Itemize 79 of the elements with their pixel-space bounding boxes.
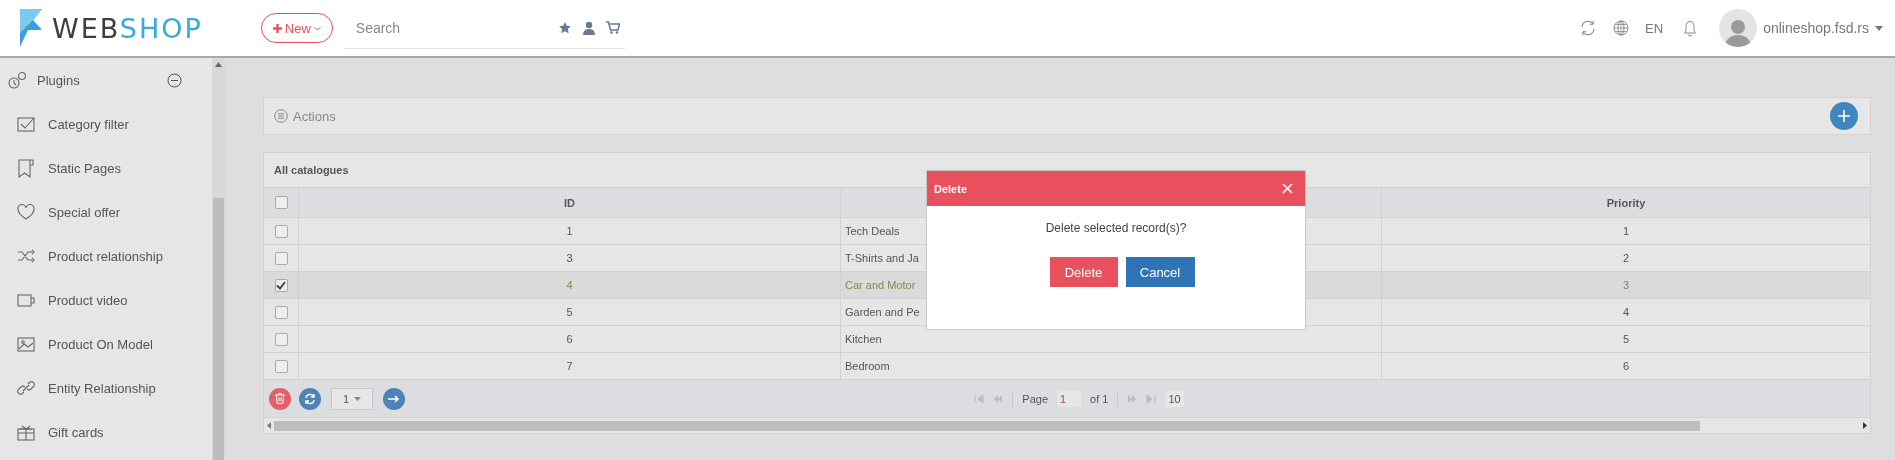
page-input[interactable]: 1 [1057, 390, 1082, 407]
logo-icon[interactable] [20, 9, 42, 47]
go-button[interactable] [383, 387, 405, 410]
sidebar-item[interactable]: Entity Relationship [0, 366, 212, 410]
row-checkbox[interactable] [274, 278, 288, 292]
row-checkbox[interactable] [274, 224, 288, 238]
table-cell: 6 [299, 326, 841, 352]
caret-icon[interactable] [1875, 25, 1883, 31]
refresh-button[interactable] [299, 387, 321, 410]
image-icon [17, 334, 35, 354]
scrollbar-thumb[interactable] [274, 420, 1700, 431]
sidebar-item[interactable]: Category filter [0, 102, 212, 146]
table-cell: 5 [299, 299, 841, 325]
table-cell-text: 5 [1621, 332, 1631, 347]
column-header[interactable]: ID [299, 188, 841, 217]
new-button[interactable]: New [260, 13, 333, 43]
row-checkbox[interactable] [274, 332, 288, 346]
sidebar-item[interactable]: Product On Model [0, 322, 212, 366]
select-all-checkbox[interactable] [274, 196, 288, 209]
caret-icon [354, 396, 362, 401]
gears-icon [8, 71, 28, 89]
table-cell: 3 [299, 245, 841, 271]
row-checkbox[interactable] [274, 305, 288, 319]
refresh-icon[interactable] [1579, 19, 1598, 37]
close-icon[interactable] [1282, 183, 1293, 194]
bookmark-icon [17, 158, 35, 178]
scroll-right-icon[interactable] [1863, 422, 1867, 429]
logo-text[interactable]: WEBSHOP [52, 12, 203, 44]
arrow-right-icon [388, 394, 400, 403]
table-cell-text: 6 [1621, 359, 1631, 374]
user-icon[interactable] [582, 20, 595, 35]
table-cell-text: 4 [1621, 305, 1631, 320]
cancel-button[interactable]: Cancel [1125, 257, 1195, 287]
avatar[interactable] [1719, 9, 1758, 47]
sidebar-item[interactable]: Product relationship [0, 234, 212, 278]
actions-title: Actions [293, 108, 336, 124]
scrollbar-thumb[interactable] [213, 198, 224, 460]
page-total: of 1 [1090, 392, 1109, 405]
checkbox-icon [17, 114, 35, 134]
collapse-icon[interactable] [167, 72, 182, 88]
refresh-icon [304, 392, 316, 405]
table-cell: 7 [299, 353, 841, 379]
user-menu[interactable]: onlineshop.fsd.rs [1763, 20, 1869, 36]
sidebar-item[interactable]: Product video [0, 278, 212, 322]
bell-icon[interactable] [1683, 19, 1698, 37]
table-cell: Bedroom [841, 353, 1382, 379]
search-field[interactable]: Search [343, 19, 558, 36]
scroll-left-icon[interactable] [267, 422, 271, 429]
sidebar-item[interactable]: Static Pages [0, 146, 212, 190]
page-size-count: 10 [1165, 390, 1184, 407]
plus-icon [272, 23, 282, 33]
language-selector[interactable]: EN [1645, 20, 1664, 36]
table-cell-text: 2 [1621, 251, 1631, 266]
row-checkbox[interactable] [274, 359, 288, 373]
add-button[interactable] [1830, 102, 1858, 130]
sidebar-item[interactable]: Gift cards [0, 410, 212, 454]
plus-icon [1838, 110, 1850, 122]
page-label: Page [1022, 392, 1049, 405]
link-icon [17, 378, 35, 398]
trash-icon [275, 393, 285, 404]
table-cell: 1 [299, 218, 841, 244]
column-header[interactable]: Priority [1382, 188, 1870, 217]
caret-icon [313, 25, 321, 31]
star-icon[interactable] [557, 20, 572, 35]
dialog-message: Delete selected record(s)? [1044, 221, 1188, 235]
sidebar-group-title[interactable]: Plugins [37, 72, 158, 88]
cart-icon[interactable] [605, 21, 620, 34]
list-icon [274, 109, 288, 123]
page-size-select[interactable]: 1 [331, 387, 373, 410]
heart-icon [17, 202, 35, 222]
globe-icon[interactable] [1613, 20, 1630, 36]
table-cell: 4 [299, 272, 841, 298]
delete-button[interactable]: Delete [1049, 257, 1118, 287]
table-cell-text: 1 [1621, 224, 1631, 239]
sidebar-item[interactable]: Special offer [0, 190, 212, 234]
delete-button[interactable] [269, 387, 291, 410]
scroll-up-icon[interactable] [215, 62, 222, 67]
table-cell-text: 3 [1621, 278, 1631, 293]
row-checkbox[interactable] [274, 251, 288, 265]
